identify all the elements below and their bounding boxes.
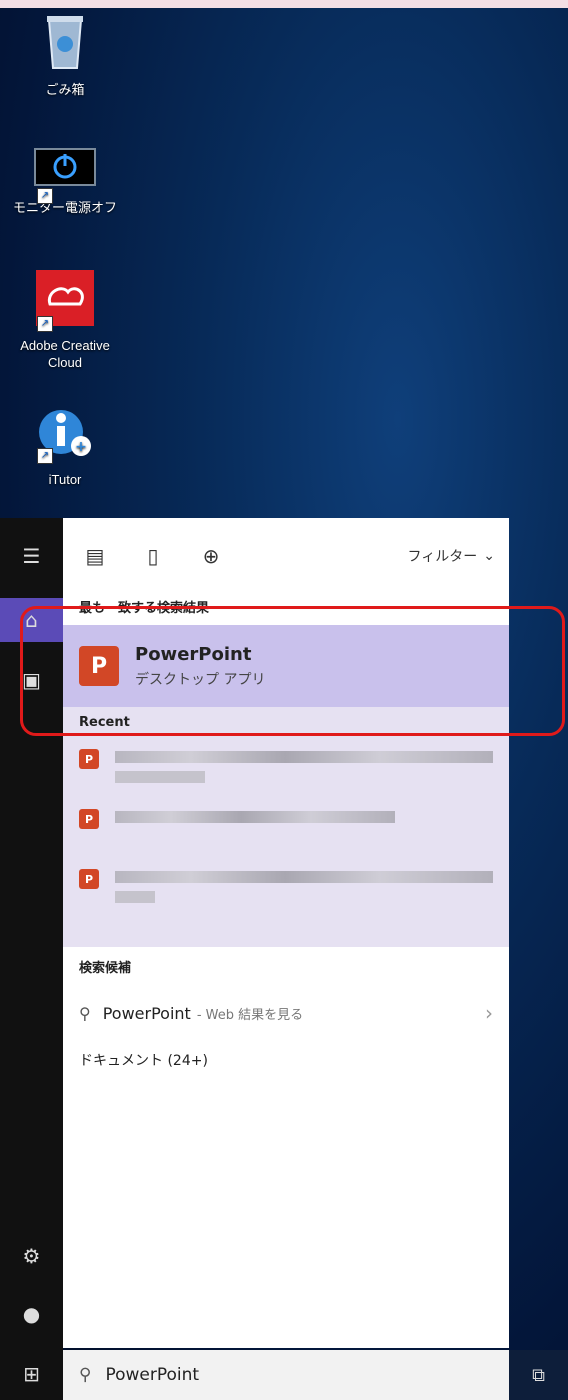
web-filter-globe-icon[interactable]: ⊕ (193, 538, 229, 574)
powerpoint-icon: P (79, 646, 119, 686)
desktop-icon-label: Adobe Creative Cloud (20, 338, 110, 370)
recycle-bin-icon (47, 16, 83, 69)
chevron-right-icon: › (485, 1001, 493, 1025)
suggestion-term: PowerPoint (102, 1003, 191, 1023)
blurred-file-name (115, 811, 395, 823)
shortcut-arrow-icon: ↗ (37, 316, 53, 332)
documents-filter-icon[interactable]: ▯ (135, 538, 171, 574)
powerpoint-file-icon: P (79, 809, 99, 829)
search-icon: ⚲ (79, 1365, 92, 1385)
suggestions-heading: 検索候補 (79, 961, 132, 976)
search-icon: ⚲ (79, 1003, 91, 1023)
shortcut-arrow-icon: ↗ (37, 188, 53, 204)
user-icon[interactable]: ● (0, 1292, 63, 1336)
home-icon[interactable]: ⌂ (0, 598, 63, 642)
powerpoint-file-icon: P (79, 749, 99, 769)
desktop-icon-label: iTutor (48, 472, 82, 487)
best-match-heading: 最も一致する検索結果 (79, 601, 210, 616)
search-results-panel: ▤ ▯ ⊕ フィルター ⌄ 最も一致する検索結果 P PowerPoint デス… (63, 518, 509, 1348)
web-search-suggestion[interactable]: ⚲ PowerPoint - Web 結果を見る › (63, 985, 509, 1041)
filter-label: フィルター (407, 548, 478, 565)
blurred-file-name (115, 871, 493, 883)
blurred-file-path (115, 891, 155, 903)
settings-gear-icon[interactable]: ⚙ (0, 1234, 63, 1278)
recent-file-item[interactable]: P (63, 799, 509, 859)
desktop-icon-itutor[interactable]: + ↗ iTutor (5, 408, 125, 488)
best-match-title: PowerPoint (135, 643, 252, 665)
blurred-file-name (115, 751, 493, 763)
desktop-icon-recycle-bin[interactable]: ごみ箱 (5, 12, 125, 98)
recent-heading: Recent (79, 715, 130, 730)
desktop-icon-label: モニター電源オフ (12, 200, 117, 215)
suggestion-suffix: - Web 結果を見る (196, 1007, 304, 1023)
desktop-icon-label: ごみ箱 (45, 82, 85, 97)
start-rail: ☰ ⌂ ▣ ⚙ ● ⊞ (0, 518, 63, 1400)
search-toolbar: ▤ ▯ ⊕ フィルター ⌄ (63, 518, 509, 593)
documents-category[interactable]: ドキュメント (24+) (63, 1041, 509, 1081)
recent-file-item[interactable]: P (63, 739, 509, 799)
apps-filter-icon[interactable]: ▤ (77, 538, 113, 574)
best-match-result[interactable]: P PowerPoint デスクトップ アプリ (63, 625, 509, 707)
recent-file-item[interactable]: P (63, 859, 509, 919)
document-icon[interactable]: ▣ (0, 658, 63, 702)
chevron-down-icon: ⌄ (483, 547, 495, 564)
svg-text:+: + (75, 439, 87, 455)
recent-section: Recent P P P (63, 707, 509, 947)
search-input[interactable]: ⚲ PowerPoint (63, 1350, 509, 1400)
shortcut-arrow-icon: ↗ (37, 448, 53, 464)
task-view-icon[interactable]: ⧉ (509, 1350, 568, 1400)
windows-start-icon[interactable]: ⊞ (0, 1352, 63, 1396)
top-strip (0, 0, 568, 8)
blurred-file-path (115, 771, 205, 783)
desktop-icon-adobe-cc[interactable]: ↗ Adobe Creative Cloud (5, 270, 125, 371)
best-match-subtitle: デスクトップ アプリ (135, 671, 266, 688)
filter-dropdown[interactable]: フィルター ⌄ (408, 546, 495, 566)
monitor-power-off-icon (34, 148, 96, 186)
search-input-value: PowerPoint (105, 1365, 200, 1385)
hamburger-menu-icon[interactable]: ☰ (0, 534, 63, 578)
powerpoint-file-icon: P (79, 869, 99, 889)
desktop-icon-monitor-off[interactable]: ↗ モニター電源オフ (5, 148, 125, 216)
